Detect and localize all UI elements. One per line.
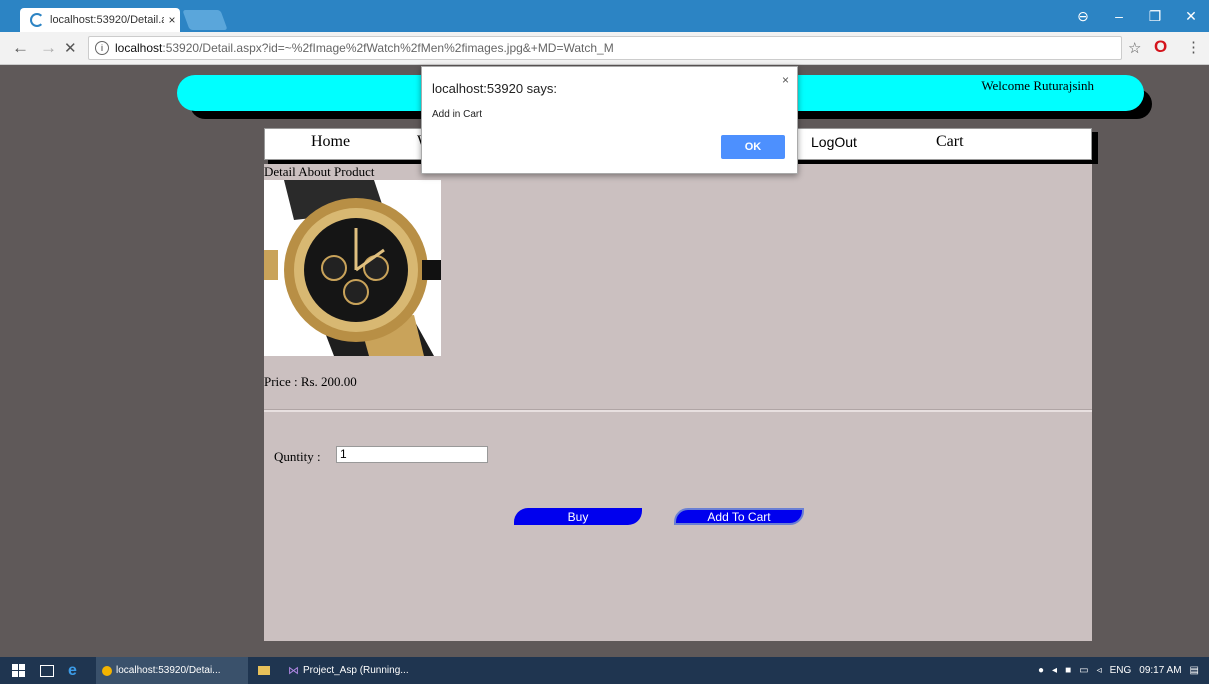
clock[interactable]: 09:17 AM (1139, 665, 1181, 676)
opera-icon[interactable]: O (1154, 37, 1167, 57)
browser-tab[interactable]: localhost:53920/Detail.as × (20, 8, 180, 32)
browser-menu-icon[interactable]: ⋮ (1186, 38, 1201, 56)
menu-cart[interactable]: Cart (936, 133, 964, 151)
quantity-input[interactable]: 1 (336, 446, 488, 463)
browser-tab-bar: localhost:53920/Detail.as × ⊖ – ❐ ✕ (0, 0, 1209, 32)
tab-title: localhost:53920/Detail.as (50, 14, 164, 26)
taskbar-chrome[interactable]: localhost:53920/Detai... (96, 657, 248, 684)
product-price: Price : Rs. 200.00 (264, 374, 357, 389)
product-detail: Detail About Product Price : Rs. 200.00 (264, 164, 1092, 641)
back-button[interactable]: ← (12, 38, 29, 58)
info-icon[interactable]: i (95, 41, 109, 55)
minimize-button[interactable]: – (1101, 8, 1137, 24)
dialog-ok-button[interactable]: OK (721, 135, 785, 159)
dialog-title: localhost:53920 says: (432, 81, 558, 96)
divider (264, 409, 1092, 412)
profile-icon[interactable]: ⊖ (1065, 8, 1101, 25)
bookmark-star-icon[interactable]: ☆ (1128, 39, 1141, 57)
task-view-icon[interactable] (40, 657, 54, 684)
url-input[interactable]: i localhost:53920/Detail.aspx?id=~%2fIma… (88, 36, 1122, 60)
restore-button[interactable]: ❐ (1137, 8, 1173, 25)
address-bar: ← → ✕ i localhost:53920/Detail.aspx?id=~… (0, 32, 1209, 65)
product-image (264, 180, 441, 356)
welcome-text: Welcome Ruturajsinh (981, 78, 1094, 93)
chrome-icon (102, 665, 112, 676)
menu-logout[interactable]: LogOut (811, 134, 857, 150)
volume-icon[interactable]: ◂ (1052, 665, 1057, 676)
network-icon[interactable]: ● (1038, 665, 1044, 676)
buy-button[interactable]: Buy (514, 508, 642, 525)
taskbar-vs-label: Project_Asp (Running... (303, 665, 409, 676)
loading-icon (30, 13, 44, 27)
system-tray: ● ◂ ■ ▭ ◃ ENG 09:17 AM ▤ (1038, 657, 1199, 684)
speaker-muted-icon[interactable]: ◃ (1097, 665, 1102, 676)
taskbar: e localhost:53920/Detai... ⋈ Project_Asp… (0, 657, 1209, 684)
edge-icon[interactable]: e (68, 657, 77, 684)
file-explorer-icon[interactable] (258, 657, 270, 684)
taskbar-visual-studio[interactable]: ⋈ Project_Asp (Running... (288, 657, 409, 684)
dialog-close-icon[interactable]: × (782, 73, 789, 87)
close-window-button[interactable]: ✕ (1173, 8, 1209, 25)
forward-button[interactable]: → (40, 38, 57, 58)
taskbar-chrome-label: localhost:53920/Detai... (116, 665, 221, 676)
watch-image (264, 180, 441, 356)
window-controls: ⊖ – ❐ ✕ (1065, 0, 1209, 32)
alert-dialog: localhost:53920 says: × Add in Cart OK (421, 66, 798, 174)
url-host: localhost (115, 41, 163, 55)
menu-home[interactable]: Home (311, 133, 350, 151)
quantity-label: Quntity : (274, 449, 321, 464)
url-path: :53920/Detail.aspx?id=~%2fImage%2fWatch%… (162, 41, 614, 55)
windows-start-icon[interactable] (12, 664, 25, 677)
language-indicator[interactable]: ENG (1110, 665, 1132, 676)
notification-icon[interactable]: ▤ (1190, 665, 1199, 676)
detail-title: Detail About Product (264, 164, 375, 179)
tab-close-icon[interactable]: × (164, 13, 180, 27)
visual-studio-icon: ⋈ (288, 665, 299, 677)
stop-button[interactable]: ✕ (64, 39, 77, 57)
dialog-message: Add in Cart (432, 109, 483, 120)
display-icon[interactable]: ▭ (1079, 665, 1088, 676)
security-icon[interactable]: ■ (1065, 665, 1071, 676)
new-tab-button[interactable] (182, 10, 228, 30)
add-to-cart-button[interactable]: Add To Cart (674, 508, 804, 525)
